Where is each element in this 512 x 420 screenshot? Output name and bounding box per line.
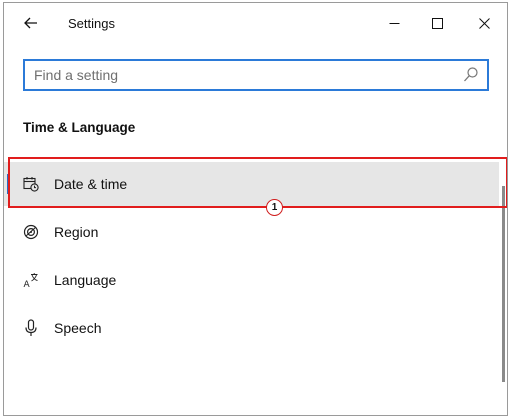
section-title: Time & Language [23, 120, 136, 135]
settings-window: Settings Time & Language [3, 2, 508, 416]
svg-text:A: A [24, 280, 31, 288]
nav-item-speech[interactable]: Speech [4, 306, 499, 350]
nav-item-date-time[interactable]: Date & time [4, 162, 499, 206]
nav-item-language[interactable]: A Language [4, 258, 499, 302]
selected-indicator [7, 174, 10, 194]
close-button[interactable] [472, 11, 496, 35]
language-icon: A [22, 271, 40, 289]
search-input[interactable] [34, 67, 454, 83]
microphone-icon [22, 319, 40, 337]
search-box[interactable] [23, 59, 489, 91]
maximize-button[interactable] [425, 11, 449, 35]
nav-item-region[interactable]: Region [4, 210, 499, 254]
minimize-button[interactable] [382, 11, 406, 35]
arrow-left-icon [24, 17, 37, 29]
nav-label-language: Language [54, 272, 117, 288]
window-title: Settings [68, 16, 115, 31]
calendar-clock-icon [22, 175, 40, 193]
search-icon[interactable] [463, 66, 479, 84]
nav-label-date-time: Date & time [54, 176, 128, 192]
maximize-icon [431, 17, 443, 29]
close-icon [478, 17, 490, 29]
globe-icon [22, 223, 40, 241]
title-bar: Settings [4, 3, 507, 43]
nav-label-speech: Speech [54, 320, 102, 336]
nav-label-region: Region [54, 224, 99, 240]
scrollbar[interactable] [502, 186, 505, 382]
back-button[interactable] [20, 13, 42, 33]
step-marker: 1 [266, 199, 283, 216]
minimize-icon [389, 22, 399, 24]
